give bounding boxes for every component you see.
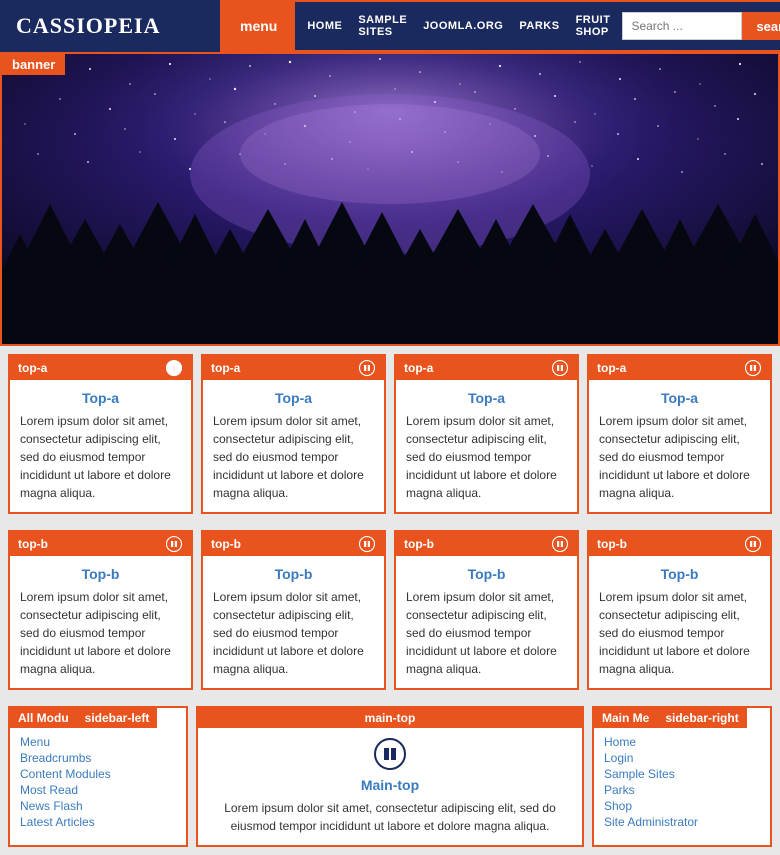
sidebar-left-header: All Modu sidebar-left — [10, 708, 186, 728]
card-title-top-b-3: Top-b — [396, 556, 577, 588]
module-label-top-a-4: top-a — [597, 361, 626, 375]
module-header-top-a-2: top-a — [203, 356, 384, 380]
sidebar-right-link-shop[interactable]: Shop — [594, 798, 770, 814]
module-card-top-b-3: top-b Top-b Lorem ipsum dolor sit amet, … — [394, 530, 579, 690]
module-label-top-b-3: top-b — [404, 537, 434, 551]
module-label-top-a-2: top-a — [211, 361, 240, 375]
card-title-top-a-1: Top-a — [10, 380, 191, 412]
top-a-row: top-a Top-a Lorem ipsum dolor sit amet, … — [0, 346, 780, 522]
sidebar-left-links: Menu Breadcrumbs Content Modules Most Re… — [10, 728, 186, 836]
module-label-top-a-3: top-a — [404, 361, 433, 375]
main-top: main-top Main-top Lorem ipsum dolor sit … — [196, 706, 584, 847]
search-area: search — [622, 2, 780, 50]
nav-links: HOME SAMPLE SITES JOOMLA.ORG PARKS FRUIT… — [295, 2, 622, 50]
joomla-icon-2 — [358, 359, 376, 377]
nav-search-area: menu HOME SAMPLE SITES JOOMLA.ORG PARKS … — [220, 0, 780, 52]
module-card-top-b-4: top-b Top-b Lorem ipsum dolor sit amet, … — [587, 530, 772, 690]
top-b-row: top-b Top-b Lorem ipsum dolor sit amet, … — [0, 522, 780, 698]
card-body-top-b-4: Lorem ipsum dolor sit amet, consectetur … — [589, 588, 770, 688]
main-top-title: Main-top — [198, 777, 582, 799]
sidebar-link-latest-articles[interactable]: Latest Articles — [10, 814, 186, 830]
module-label-top-b-4: top-b — [597, 537, 627, 551]
module-card-top-b-1: top-b Top-b Lorem ipsum dolor sit amet, … — [8, 530, 193, 690]
card-body-top-b-3: Lorem ipsum dolor sit amet, consectetur … — [396, 588, 577, 688]
sidebar-link-content-modules[interactable]: Content Modules — [10, 766, 186, 782]
nav-home[interactable]: HOME — [307, 20, 342, 32]
main-top-header: main-top — [198, 708, 582, 728]
bottom-row: All Modu sidebar-left Menu Breadcrumbs C… — [0, 698, 780, 855]
card-title-top-a-4: Top-a — [589, 380, 770, 412]
main-top-icon-area — [198, 728, 582, 777]
nav-parks[interactable]: PARKS — [519, 20, 559, 32]
sidebar-right-label1: Main Me — [594, 708, 657, 728]
card-title-top-a-3: Top-a — [396, 380, 577, 412]
module-header-top-b-4: top-b — [589, 532, 770, 556]
search-button[interactable]: search — [742, 12, 780, 40]
joomla-icon-4 — [744, 359, 762, 377]
header: CASSIOPEIA menu HOME SAMPLE SITES JOOMLA… — [0, 0, 780, 52]
main-top-label: main-top — [365, 711, 416, 725]
module-label-top-b-1: top-b — [18, 537, 48, 551]
card-body-top-a-1: Lorem ipsum dolor sit amet, consectetur … — [10, 412, 191, 512]
card-body-top-b-2: Lorem ipsum dolor sit amet, consectetur … — [203, 588, 384, 688]
main-top-body: Lorem ipsum dolor sit amet, consectetur … — [198, 799, 582, 845]
joomla-icon-b1 — [165, 535, 183, 553]
sidebar-right-link-parks[interactable]: Parks — [594, 782, 770, 798]
card-title-top-b-2: Top-b — [203, 556, 384, 588]
banner-wrapper: banner — [0, 52, 780, 346]
card-body-top-a-2: Lorem ipsum dolor sit amet, consectetur … — [203, 412, 384, 512]
sidebar-left: All Modu sidebar-left Menu Breadcrumbs C… — [8, 706, 188, 847]
card-body-top-a-3: Lorem ipsum dolor sit amet, consectetur … — [396, 412, 577, 512]
module-card-top-a-2: top-a Top-a Lorem ipsum dolor sit amet, … — [201, 354, 386, 514]
sidebar-right-link-sample-sites[interactable]: Sample Sites — [594, 766, 770, 782]
logo-area: CASSIOPEIA — [0, 0, 220, 52]
sidebar-link-news-flash[interactable]: News Flash — [10, 798, 186, 814]
card-title-top-a-2: Top-a — [203, 380, 384, 412]
sidebar-link-most-read[interactable]: Most Read — [10, 782, 186, 798]
card-title-top-b-4: Top-b — [589, 556, 770, 588]
card-body-top-a-4: Lorem ipsum dolor sit amet, consectetur … — [589, 412, 770, 512]
nav-top: menu HOME SAMPLE SITES JOOMLA.ORG PARKS … — [222, 2, 780, 50]
sidebar-right-link-home[interactable]: Home — [594, 734, 770, 750]
sidebar-link-breadcrumbs[interactable]: Breadcrumbs — [10, 750, 186, 766]
module-header-top-a-4: top-a — [589, 356, 770, 380]
sidebar-right-header: Main Me sidebar-right — [594, 708, 770, 728]
sidebar-right-link-login[interactable]: Login — [594, 750, 770, 766]
joomla-icon-b4 — [744, 535, 762, 553]
joomla-icon — [165, 359, 183, 377]
logo: CASSIOPEIA — [16, 13, 160, 39]
sidebar-left-label2: sidebar-left — [77, 708, 158, 728]
nav-fruit-shop[interactable]: FRUIT SHOP — [576, 14, 611, 38]
nav-sample-sites[interactable]: SAMPLE SITES — [358, 14, 407, 38]
module-header-top-a-3: top-a — [396, 356, 577, 380]
sidebar-right-link-site-admin[interactable]: Site Administrator — [594, 814, 770, 830]
joomla-icon-3 — [551, 359, 569, 377]
module-label-top-a-1: top-a — [18, 361, 47, 375]
sidebar-left-label1: All Modu — [10, 708, 77, 728]
sidebar-right-links: Home Login Sample Sites Parks Shop Site … — [594, 728, 770, 836]
module-card-top-a-1: top-a Top-a Lorem ipsum dolor sit amet, … — [8, 354, 193, 514]
sidebar-link-menu[interactable]: Menu — [10, 734, 186, 750]
module-header-top-a-1: top-a — [10, 356, 191, 380]
module-card-top-a-3: top-a Top-a Lorem ipsum dolor sit amet, … — [394, 354, 579, 514]
search-input[interactable] — [622, 12, 742, 40]
banner-image — [2, 54, 778, 344]
sidebar-right: Main Me sidebar-right Home Login Sample … — [592, 706, 772, 847]
card-body-top-b-1: Lorem ipsum dolor sit amet, consectetur … — [10, 588, 191, 688]
joomla-icon-b2 — [358, 535, 376, 553]
module-label-top-b-2: top-b — [211, 537, 241, 551]
menu-button[interactable]: menu — [222, 2, 295, 50]
module-header-top-b-2: top-b — [203, 532, 384, 556]
banner-label: banner — [2, 54, 65, 75]
card-title-top-b-1: Top-b — [10, 556, 191, 588]
module-card-top-b-2: top-b Top-b Lorem ipsum dolor sit amet, … — [201, 530, 386, 690]
module-header-top-b-1: top-b — [10, 532, 191, 556]
nav-joomla[interactable]: JOOMLA.ORG — [423, 20, 503, 32]
joomla-main-icon — [374, 738, 406, 770]
sidebar-right-label2: sidebar-right — [657, 708, 746, 728]
joomla-icon-b3 — [551, 535, 569, 553]
module-header-top-b-3: top-b — [396, 532, 577, 556]
module-card-top-a-4: top-a Top-a Lorem ipsum dolor sit amet, … — [587, 354, 772, 514]
